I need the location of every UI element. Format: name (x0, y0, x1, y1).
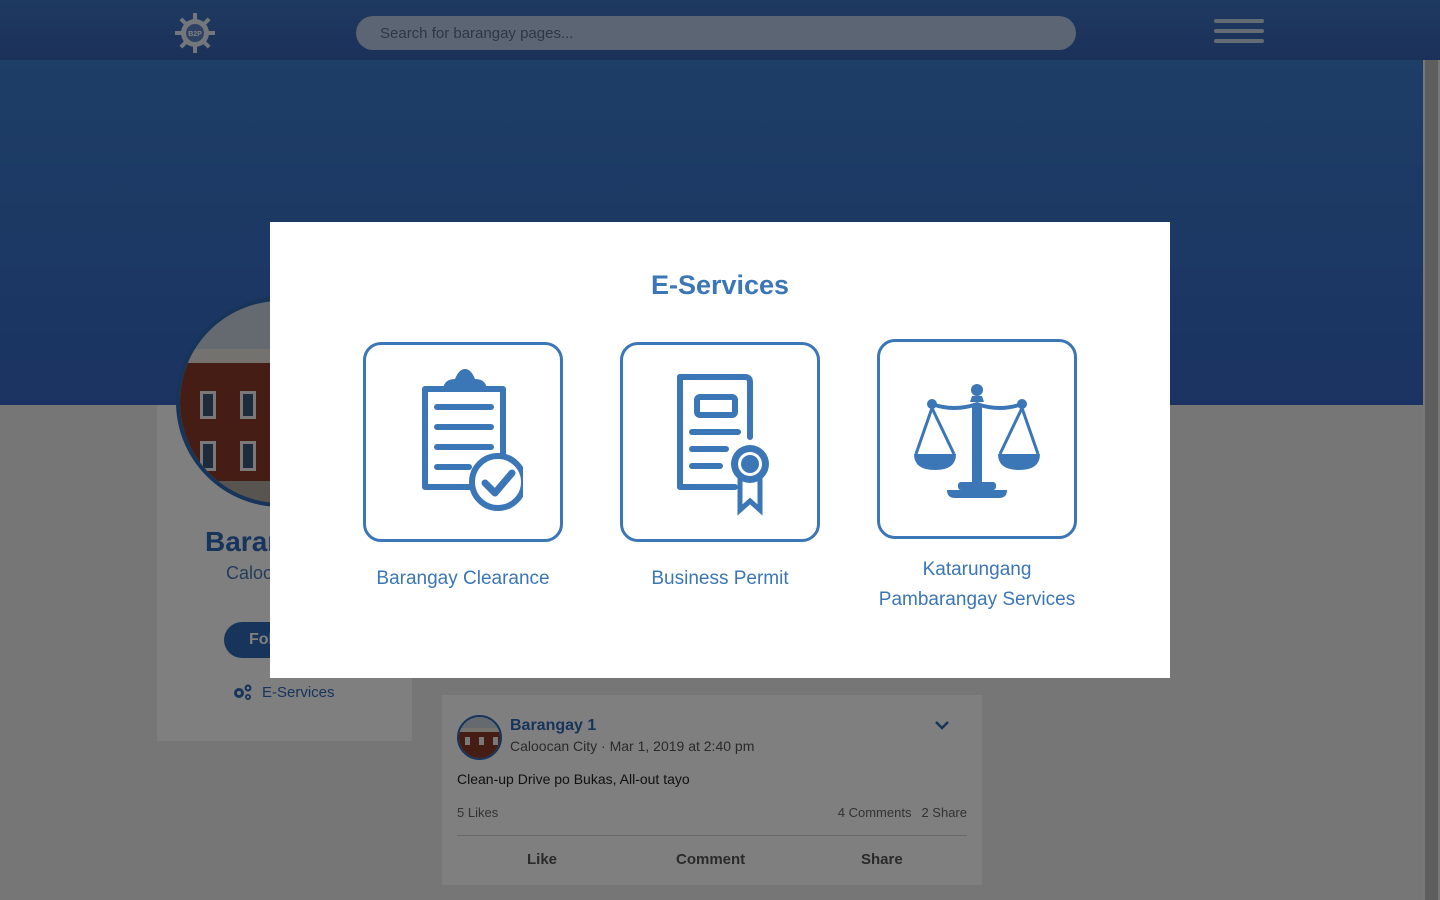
clipboard-check-icon (422, 369, 523, 511)
certificate-document-icon (677, 374, 769, 516)
scales-of-justice-icon (914, 384, 1040, 498)
service-label-line1: Katarungang (922, 559, 1032, 580)
service-label-line2: Pambarangay Services (878, 589, 1076, 610)
service-label[interactable]: Barangay Clearance (343, 564, 583, 594)
service-tile[interactable] (363, 342, 563, 542)
eservices-modal: E-Services Barangay Clearance Business P… (270, 222, 1170, 678)
service-tile[interactable] (877, 339, 1077, 539)
modal-title: E-Services (650, 270, 790, 300)
service-label[interactable]: Katarungang Pambarangay Services (857, 555, 1097, 615)
service-tile[interactable] (620, 342, 820, 542)
service-label[interactable]: Business Permit (600, 564, 840, 594)
